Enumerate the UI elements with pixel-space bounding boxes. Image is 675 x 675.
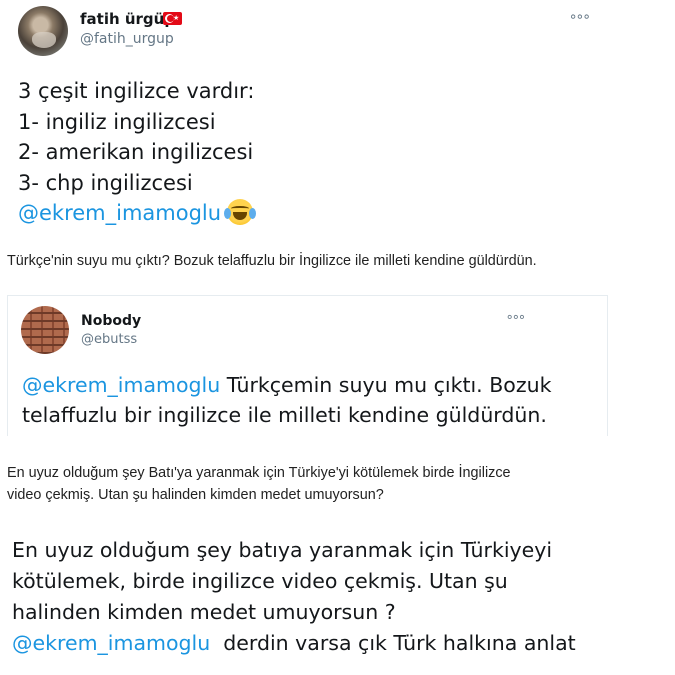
tweet-line: 2- amerikan ingilizcesi — [18, 140, 254, 164]
more-icon[interactable]: ∘∘∘ — [506, 310, 526, 325]
comment-line: halinden kimden medet umuyorsun ? — [12, 600, 396, 624]
avatar[interactable] — [21, 306, 69, 354]
author-handle[interactable]: @ebutss — [81, 332, 137, 347]
caption-text: En uyuz olduğum şey Batı'ya yaranmak içi… — [7, 462, 511, 506]
tweet-line: @ekrem_imamoglu Türkçemin suyu mu çıktı.… — [22, 370, 551, 400]
avatar[interactable] — [18, 6, 68, 56]
comment-line-text: derdin varsa çık Türk halkına anlat — [210, 631, 576, 655]
author-handle[interactable]: @fatih_urgup — [80, 31, 174, 47]
tweet-line-text: Türkçemin suyu mu çıktı. Bozuk — [220, 373, 552, 397]
mention-link[interactable]: @ekrem_imamoglu — [12, 631, 210, 655]
more-icon[interactable]: ∘∘∘ — [569, 9, 591, 25]
author-display-name[interactable]: Nobody — [81, 313, 141, 329]
tweet-line: 3 çeşit ingilizce vardır: — [18, 79, 255, 103]
turkey-flag-icon — [163, 12, 182, 25]
tweet-mention-line: @ekrem_imamoglu — [18, 198, 257, 229]
comment-line: @ekrem_imamoglu derdin varsa çık Türk ha… — [12, 628, 576, 659]
tweet-line: 1- ingiliz ingilizcesi — [18, 109, 216, 134]
tweet-text: 3 çeşit ingilizce vardır: 1- ingiliz ing… — [18, 76, 257, 229]
caption-line: video çekmiş. Utan şu halinden kimden me… — [7, 487, 384, 503]
tweet-line: telaffuzlu bir ingilizce ile milleti ken… — [22, 403, 547, 427]
tweet-line: 3- chp ingilizcesi — [18, 170, 193, 195]
tweet-text: @ekrem_imamoglu Türkçemin suyu mu çıktı.… — [22, 370, 551, 430]
caption-line: En uyuz olduğum şey Batı'ya yaranmak içi… — [7, 465, 511, 481]
author-display-name[interactable]: fatih ürgüp — [80, 10, 175, 28]
comment-line: En uyuz olduğum şey batıya yaranmak için… — [12, 538, 553, 562]
face-with-tears-of-joy-icon — [224, 199, 257, 225]
mention-link[interactable]: @ekrem_imamoglu — [22, 373, 220, 397]
comment-text: En uyuz olduğum şey batıya yaranmak için… — [12, 535, 576, 659]
quoted-tweet[interactable]: Nobody @ebutss ∘∘∘ @ekrem_imamoglu Türkç… — [7, 295, 608, 436]
comment-line: kötülemek, birde ingilizce video çekmiş.… — [12, 569, 508, 593]
main-tweet: fatih ürgüp @fatih_urgup ∘∘∘ 3 çeşit ing… — [0, 0, 675, 232]
mention-link[interactable]: @ekrem_imamoglu — [18, 201, 221, 225]
caption-text: Türkçe'nin suyu mu çıktı? Bozuk telaffuz… — [7, 253, 537, 269]
